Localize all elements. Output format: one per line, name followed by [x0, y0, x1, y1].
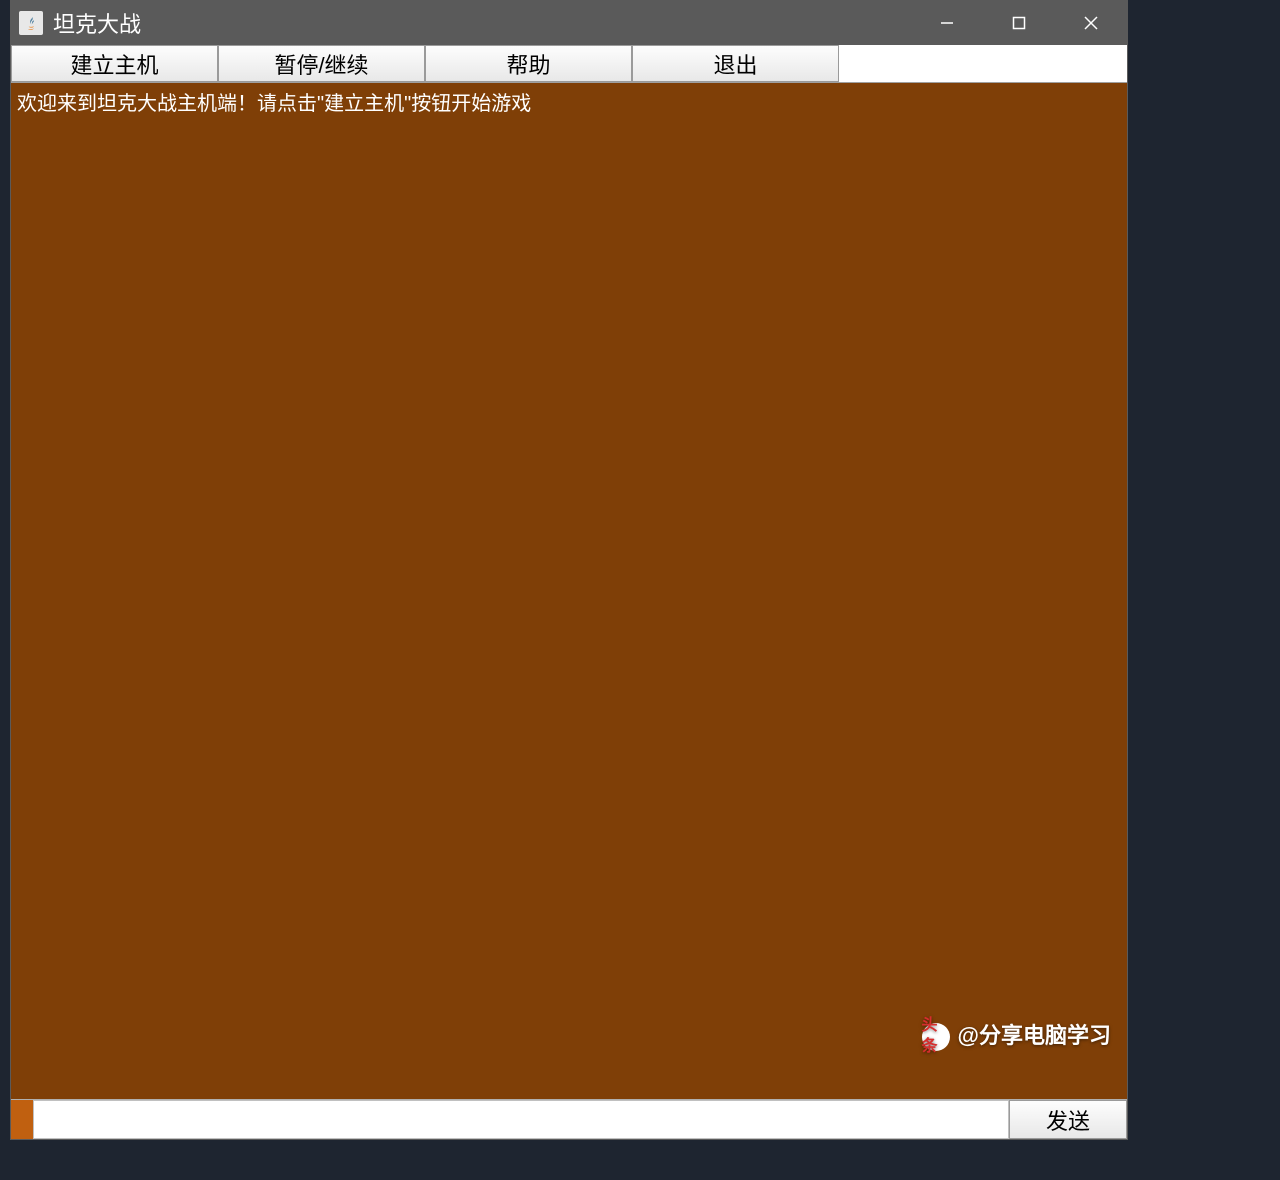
close-button[interactable] [1055, 1, 1127, 45]
java-icon [19, 11, 43, 35]
app-window: 坦克大战 建立主机 暂停/继续 帮助 退出 欢迎来到坦克大战主机端！请点击"建立… [10, 0, 1128, 1140]
menu-exit[interactable]: 退出 [632, 45, 839, 82]
welcome-text: 欢迎来到坦克大战主机端！请点击"建立主机"按钮开始游戏 [17, 91, 1121, 117]
watermark: 头条 @分享电脑学习 [922, 1022, 1111, 1051]
menubar: 建立主机 暂停/继续 帮助 退出 [11, 45, 1127, 83]
game-area: 欢迎来到坦克大战主机端！请点击"建立主机"按钮开始游戏 头条 @分享电脑学习 [11, 83, 1127, 1099]
menu-pause-resume[interactable]: 暂停/继续 [218, 45, 425, 82]
maximize-button[interactable] [983, 1, 1055, 45]
menu-help[interactable]: 帮助 [425, 45, 632, 82]
bottom-bar: 发送 [11, 1099, 1127, 1139]
watermark-logo-icon: 头条 [922, 1023, 950, 1051]
window-title: 坦克大战 [53, 7, 911, 39]
titlebar: 坦克大战 [11, 1, 1127, 45]
menu-create-host[interactable]: 建立主机 [11, 45, 218, 82]
send-button[interactable]: 发送 [1009, 1100, 1127, 1139]
window-controls [911, 1, 1127, 45]
minimize-button[interactable] [911, 1, 983, 45]
chat-input[interactable] [33, 1100, 1009, 1139]
watermark-text: @分享电脑学习 [958, 1022, 1111, 1051]
orange-strip [11, 1100, 33, 1139]
